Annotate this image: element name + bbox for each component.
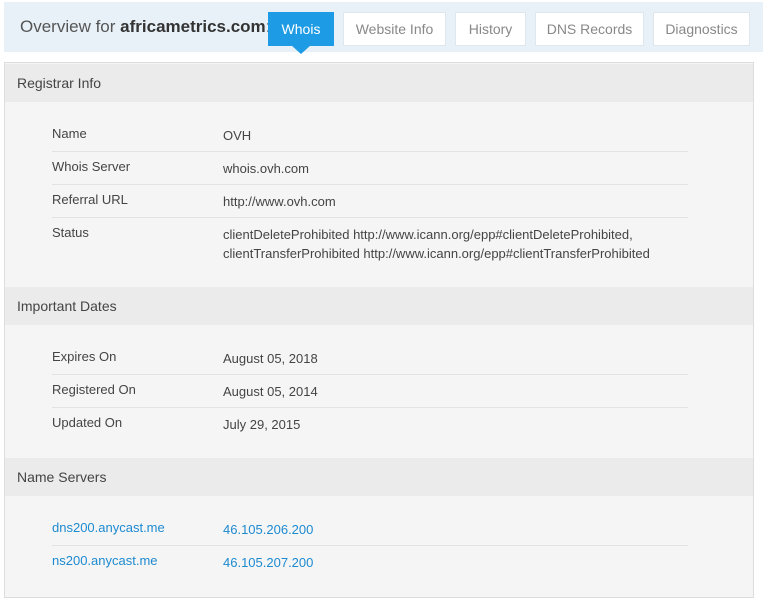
section-name-servers: Name Servers (5, 458, 753, 496)
tab-label: DNS Records (546, 21, 633, 37)
field-value: July 29, 2015 (223, 417, 301, 432)
field-label: Referral URL (52, 192, 128, 207)
nameserver-ip-link[interactable]: 46.105.207.200 (223, 553, 313, 572)
status-line: clientTransferProhibited http://www.ican… (223, 246, 650, 261)
nameserver-host-link[interactable]: dns200.anycast.me (52, 520, 165, 535)
section-title: Important Dates (17, 298, 117, 314)
tab-label: Whois (281, 21, 321, 37)
tab-label: Diagnostics (665, 21, 738, 37)
table-row: Name OVH (52, 126, 688, 152)
tab-label: History (468, 21, 513, 37)
overview-prefix: Overview for (20, 17, 116, 36)
tab-website-info[interactable]: Website Info (343, 12, 446, 46)
field-label: Name (52, 126, 87, 141)
table-row: Registered On August 05, 2014 (52, 382, 688, 408)
field-label: Whois Server (52, 159, 131, 174)
nameserver-ip-link[interactable]: 46.105.206.200 (223, 520, 313, 539)
table-row: Updated On July 29, 2015 (52, 415, 688, 441)
field-value: August 05, 2014 (223, 384, 318, 399)
field-value: whois.ovh.com (223, 161, 309, 176)
field-label: Status (52, 225, 89, 240)
status-line: clientDeleteProhibited http://www.icann.… (223, 227, 633, 242)
whois-panel: Registrar Info Name OVH Whois Server who… (4, 62, 754, 598)
field-label: Registered On (52, 382, 136, 397)
tab-label: Website Info (355, 21, 434, 37)
tab-diagnostics[interactable]: Diagnostics (653, 12, 750, 46)
table-row: Expires On August 05, 2018 (52, 349, 688, 375)
field-label: Expires On (52, 349, 117, 364)
field-value: http://www.ovh.com (223, 194, 336, 209)
tab-whois[interactable]: Whois (268, 12, 334, 54)
section-important-dates: Important Dates (5, 287, 753, 325)
table-row: Referral URL http://www.ovh.com (52, 192, 688, 218)
nameserver-host-link[interactable]: ns200.anycast.me (52, 553, 158, 568)
field-value: August 05, 2018 (223, 351, 318, 366)
domain-name: africametrics.com (120, 17, 266, 36)
tab-dns-records[interactable]: DNS Records (535, 12, 644, 46)
field-value: OVH (223, 128, 252, 143)
overview-title: Overview for africametrics.com: (20, 17, 270, 37)
field-value: clientDeleteProhibited http://www.icann.… (223, 225, 650, 263)
section-title: Name Servers (17, 469, 107, 485)
field-label: Updated On (52, 415, 123, 430)
tab-history[interactable]: History (455, 12, 526, 46)
section-registrar-info: Registrar Info (5, 64, 753, 102)
table-row: Status clientDeleteProhibited http://www… (52, 225, 688, 265)
section-title: Registrar Info (17, 75, 102, 91)
table-row: dns200.anycast.me 46.105.206.200 (52, 520, 688, 546)
table-row: Whois Server whois.ovh.com (52, 159, 688, 185)
overview-header: Overview for africametrics.com: Whois We… (4, 2, 763, 54)
table-row: ns200.anycast.me 46.105.207.200 (52, 553, 688, 579)
